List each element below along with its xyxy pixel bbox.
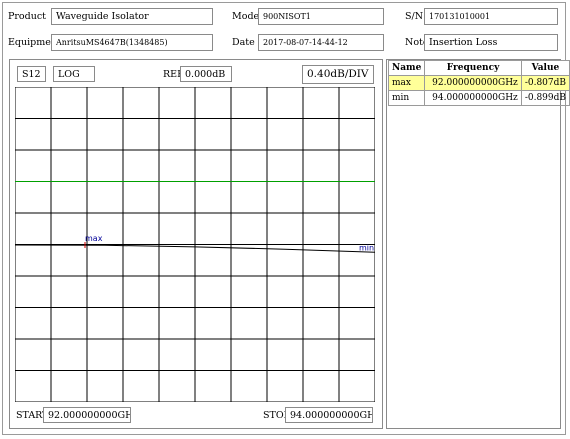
col-frequency: Frequency	[424, 60, 522, 76]
equipment-field[interactable]: AnritsuMS4647B(1348485)	[51, 34, 213, 51]
stop-field[interactable]: 94.000000000GHz	[285, 407, 373, 423]
product-label: Product	[8, 11, 46, 22]
sn-label: S/N	[405, 11, 424, 22]
marker-frequency: 94.000000000GHz	[424, 90, 522, 106]
marker-name: max	[387, 75, 426, 91]
format-field[interactable]: LOG	[53, 66, 95, 82]
marker-value: -0.807dB	[520, 75, 570, 91]
marker-min-label: min	[359, 243, 374, 252]
start-field[interactable]: 92.000000000GHz	[43, 407, 131, 423]
col-name: Name	[387, 60, 426, 76]
marker-table-header: Name Frequency Value	[387, 60, 570, 76]
marker-row-min[interactable]: min 94.000000000GHz -0.899dB	[387, 90, 570, 106]
note-field[interactable]: Insertion Loss	[424, 34, 558, 51]
s-param-field[interactable]: S12	[17, 66, 46, 82]
marker-panel	[386, 59, 561, 429]
product-field[interactable]: Waveguide Isolator	[51, 8, 213, 25]
scale-field[interactable]: 0.40dB/DIV	[302, 65, 374, 84]
model-field[interactable]: 900NISOT1	[258, 8, 384, 25]
marker-name: min	[387, 90, 426, 106]
col-value: Value	[520, 60, 570, 76]
date-field[interactable]: 2017-08-07-14-44-12	[258, 34, 384, 51]
date-label: Date	[232, 37, 255, 48]
marker-frequency: 92.000000000GHz	[424, 75, 522, 91]
ref-field[interactable]: 0.000dB	[180, 66, 232, 82]
plot-area: max min	[15, 87, 375, 402]
marker-max-label: max	[85, 234, 103, 243]
marker-row-max[interactable]: max 92.000000000GHz -0.807dB	[387, 75, 570, 91]
marker-table: Name Frequency Value max 92.000000000GHz…	[387, 60, 570, 106]
plot-grid	[15, 87, 375, 402]
sn-field[interactable]: 170131010001	[424, 8, 558, 25]
marker-value: -0.899dB	[520, 90, 570, 106]
